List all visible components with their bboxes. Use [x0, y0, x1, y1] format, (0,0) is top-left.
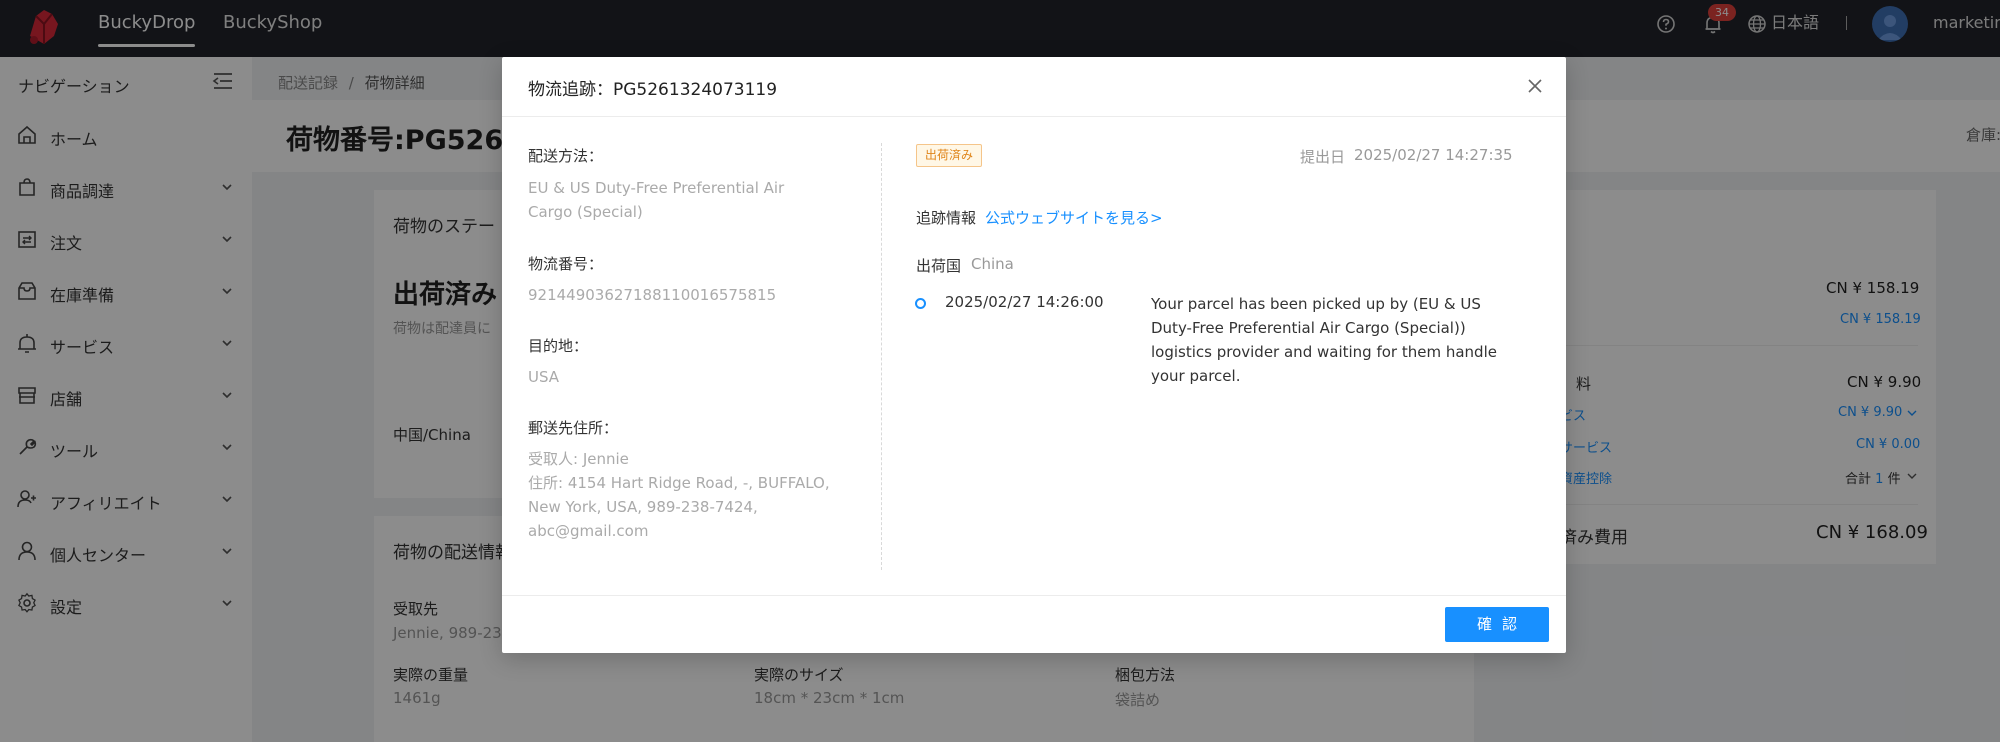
shipping-method-value: EU & US Duty-Free Preferential Air Cargo… — [528, 179, 785, 221]
timeline-dot — [915, 298, 926, 309]
destination-label: 目的地： — [528, 337, 589, 355]
official-site-link[interactable]: 公式ウェブサイトを見る> — [985, 207, 1163, 228]
close-icon[interactable] — [1526, 77, 1544, 95]
tracking-number-label: 物流番号： — [528, 255, 604, 273]
address-label: 郵送先住所： — [528, 419, 619, 437]
modal-header: 物流追跡：PG5261324073119 — [502, 57, 1566, 117]
shipping-method-label: 配送方法： — [528, 147, 604, 165]
origin-value: China — [971, 255, 1014, 273]
tracking-number-value: 9214490362718811001657581​5 — [528, 286, 777, 304]
destination-value: USA — [528, 368, 560, 386]
submitted-value: 2025/02/27 14:27:35 — [1354, 146, 1513, 164]
confirm-button[interactable]: 確認 — [1445, 607, 1549, 642]
tracking-info-label: 追跡情報 — [916, 209, 977, 227]
tracking-modal: 物流追跡：PG5261324073119 配送方法： EU & US Duty-… — [502, 57, 1566, 653]
timeline-time: 2025/02/27 14:26:00 — [945, 293, 1104, 311]
address-recipient: 受取人: Jennie — [528, 450, 629, 468]
timeline-desc: Your parcel has been picked up by (EU & … — [1151, 295, 1497, 385]
submitted-label: 提出日 — [1300, 148, 1346, 166]
column-divider — [881, 143, 882, 570]
origin-label: 出荷国 — [916, 257, 962, 275]
modal-title: 物流追跡：PG5261324073119 — [528, 80, 778, 100]
modal-footer — [502, 595, 1566, 653]
address-value: 住所: 4154 Hart Ridge Road, -, BUFFALO, Ne… — [528, 474, 830, 540]
status-badge: 出荷済み — [916, 144, 983, 167]
